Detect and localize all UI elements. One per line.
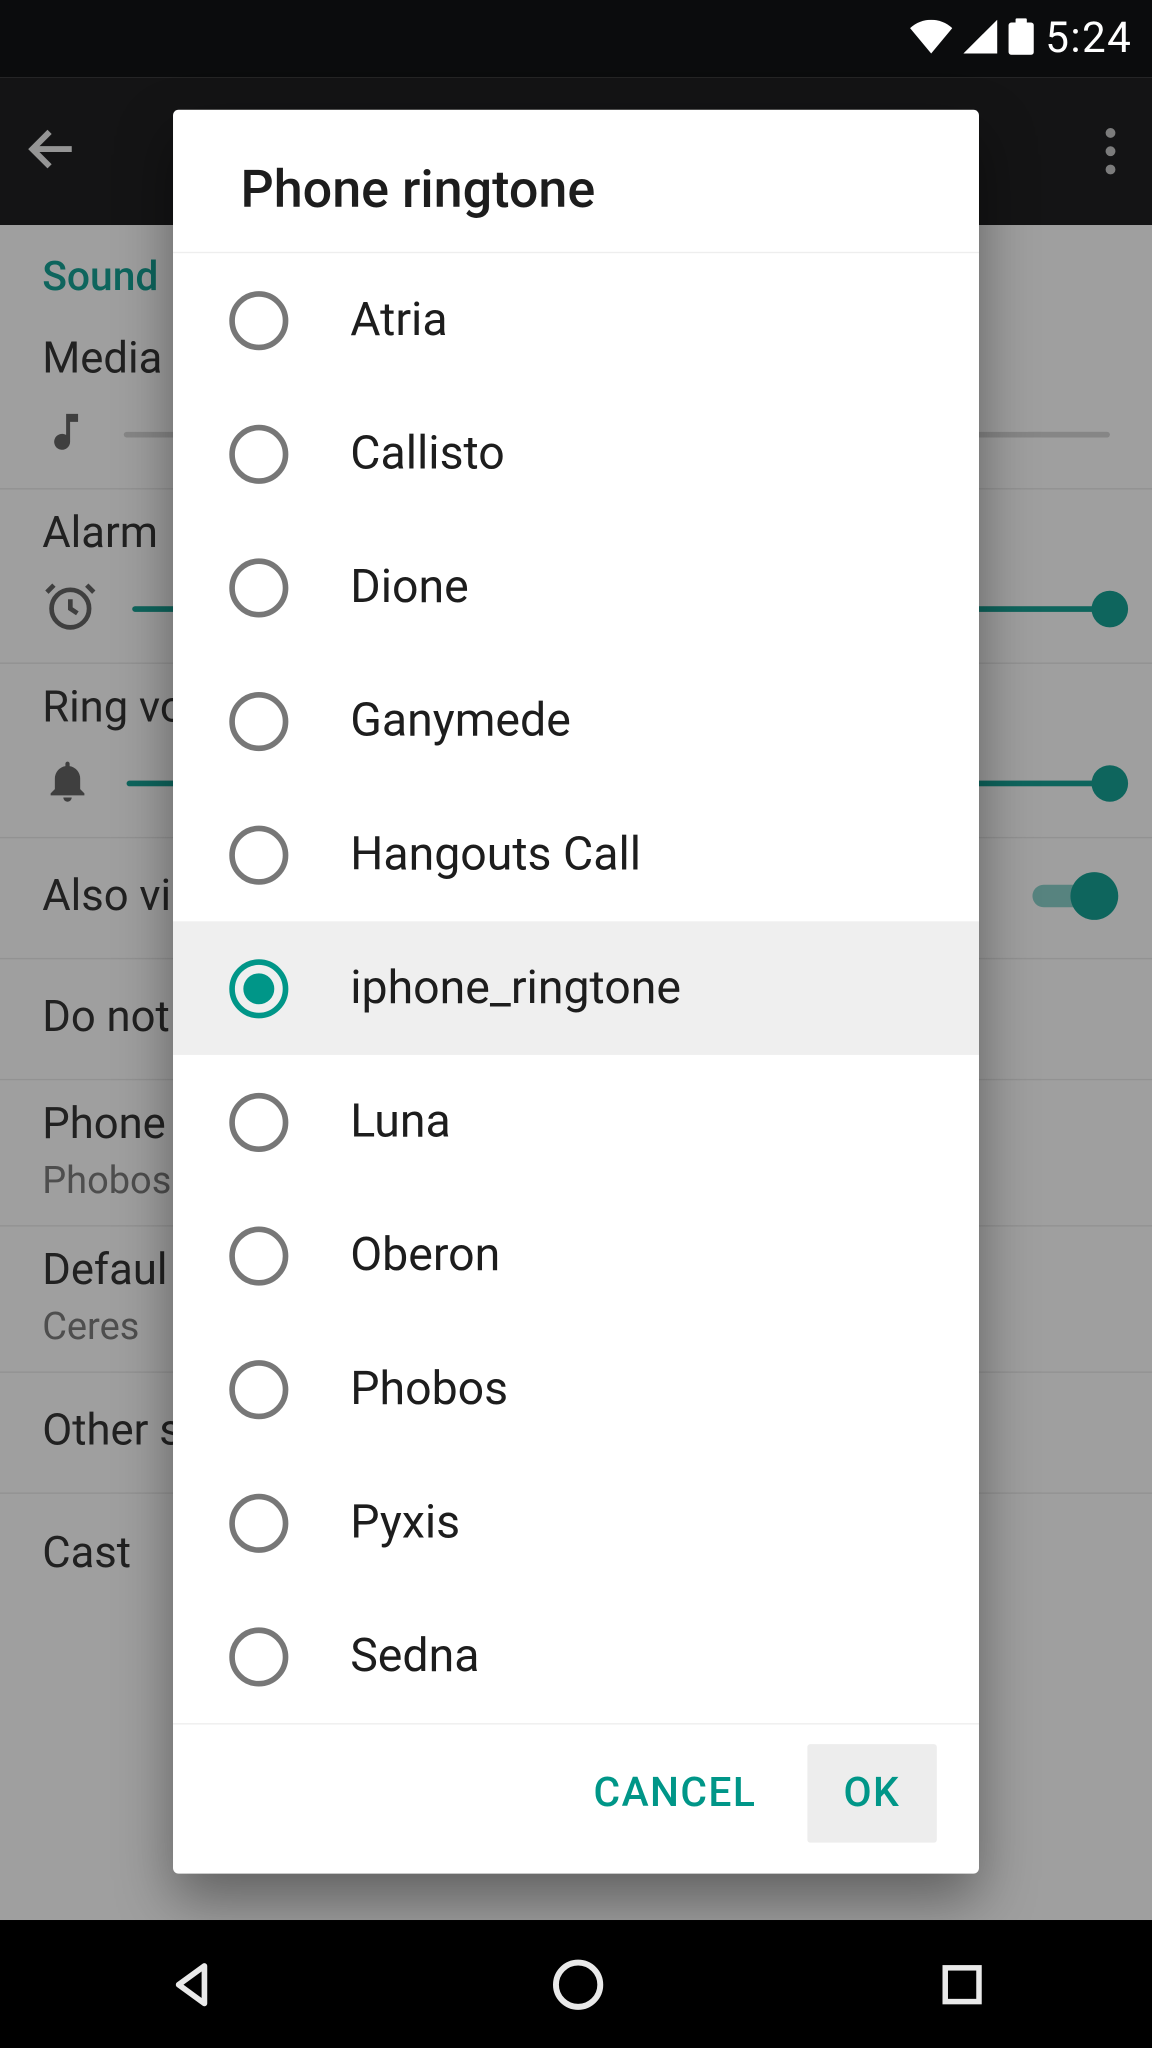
ringtone-option-label: Callisto <box>350 426 504 481</box>
dialog-title: Phone ringtone <box>173 110 979 253</box>
ringtone-option-label: Atria <box>350 293 447 348</box>
ringtone-option-label: Hangouts Call <box>350 827 641 882</box>
nav-home-icon[interactable] <box>549 1954 608 2013</box>
ringtone-option-label: Sedna <box>350 1629 479 1684</box>
radio-icon <box>229 558 288 617</box>
radio-icon <box>229 1627 288 1686</box>
radio-icon <box>229 825 288 884</box>
status-time: 5:24 <box>1045 14 1132 63</box>
ringtone-option[interactable]: Hangouts Call <box>173 788 979 922</box>
radio-icon <box>229 691 288 750</box>
ringtone-option-label: Oberon <box>350 1228 500 1283</box>
ringtone-option[interactable]: iphone_ringtone <box>173 921 979 1055</box>
radio-icon <box>229 290 288 349</box>
nav-back-icon[interactable] <box>164 1956 220 2012</box>
radio-icon <box>229 959 288 1018</box>
ringtone-option[interactable]: Ganymede <box>173 654 979 788</box>
radio-icon <box>229 1092 288 1151</box>
cellular-icon <box>964 19 998 58</box>
ringtone-option[interactable]: Pyxis <box>173 1456 979 1590</box>
radio-icon <box>229 1493 288 1552</box>
wifi-icon <box>910 19 952 58</box>
ringtone-option-label: Ganymede <box>350 693 571 748</box>
ringtone-option[interactable]: Oberon <box>173 1189 979 1323</box>
ringtone-option[interactable]: Luna <box>173 1055 979 1189</box>
radio-icon <box>229 1359 288 1418</box>
ringtone-option-label: Phobos <box>350 1362 508 1417</box>
ringtone-option-label: Dione <box>350 560 468 615</box>
dialog-actions: CANCEL OK <box>173 1723 979 1874</box>
ringtone-option[interactable]: Callisto <box>173 387 979 521</box>
ringtone-option[interactable]: Dione <box>173 520 979 654</box>
radio-icon <box>229 424 288 483</box>
ringtone-option-label: Luna <box>350 1094 450 1149</box>
ringtone-option[interactable]: Sedna <box>173 1589 979 1723</box>
battery-icon <box>1009 18 1034 60</box>
ringtone-dialog: Phone ringtone Atria Callisto Dione Ganymed… <box>173 110 979 1874</box>
cancel-button[interactable]: CANCEL <box>557 1744 793 1842</box>
ok-button[interactable]: OK <box>807 1744 937 1842</box>
ringtone-option-label: Pyxis <box>350 1495 460 1550</box>
status-bar: 5:24 <box>0 0 1152 77</box>
ringtone-option[interactable]: Phobos <box>173 1322 979 1456</box>
navigation-bar <box>0 1920 1152 2048</box>
radio-icon <box>229 1226 288 1285</box>
nav-recents-icon[interactable] <box>937 1959 988 2010</box>
ringtone-option[interactable]: Atria <box>173 253 979 387</box>
ringtone-option-label: iphone_ringtone <box>350 961 681 1016</box>
ringtone-option-list: Atria Callisto Dione Ganymede Hangouts Call i… <box>173 253 979 1723</box>
